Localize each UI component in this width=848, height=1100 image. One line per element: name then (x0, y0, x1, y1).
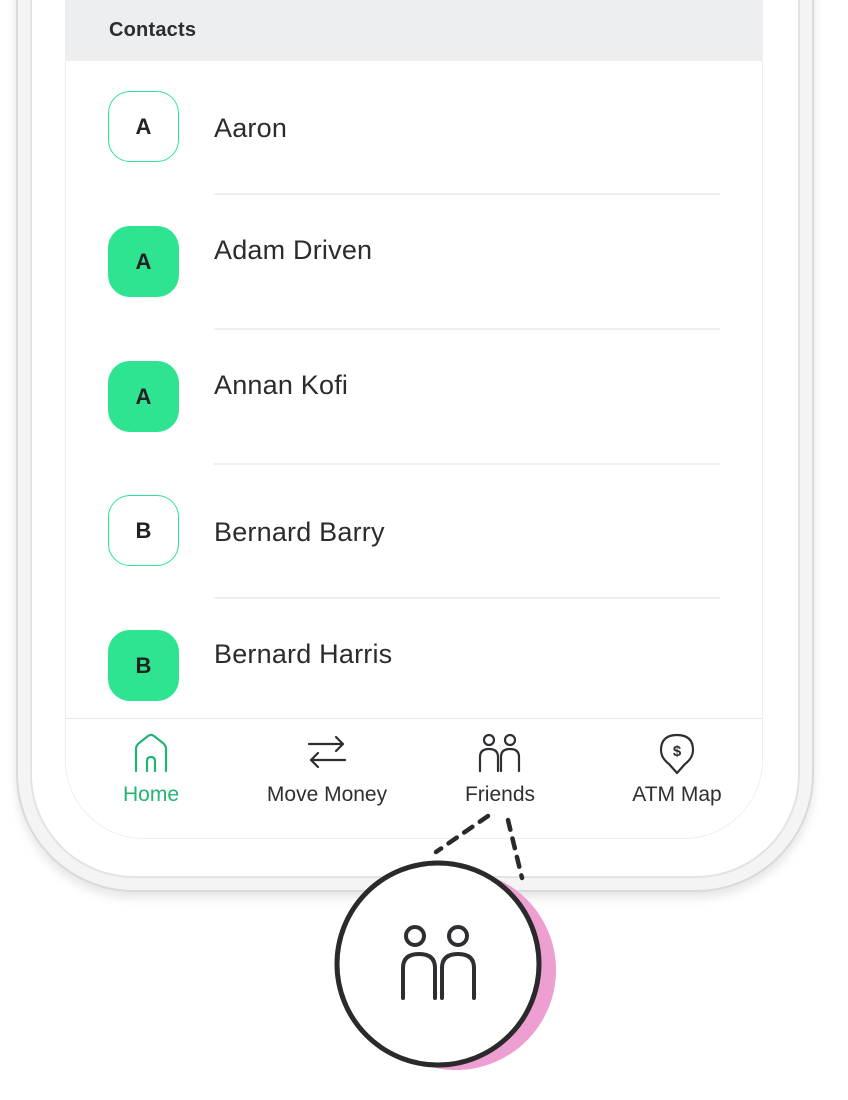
atm-location-icon: $ (659, 733, 695, 775)
contact-row[interactable]: A Adam Driven (66, 195, 762, 329)
callout-circle (334, 860, 542, 1068)
callout-leader-line (433, 813, 491, 855)
contact-avatar: A (108, 226, 179, 297)
contact-avatar: A (108, 361, 179, 432)
svg-text:$: $ (673, 743, 682, 760)
app-screen: Contacts A Aaron A Adam Driven A Annan K… (66, 0, 762, 838)
tab-label: ATM Map (632, 783, 722, 806)
contact-name: Annan Kofi (214, 370, 349, 400)
contact-name: Bernard Barry (214, 517, 385, 547)
contact-row[interactable]: B Bernard Harris (66, 599, 762, 733)
tab-label: Friends (464, 783, 536, 806)
contact-row[interactable]: A Aaron (66, 61, 762, 195)
contact-name: Adam Driven (214, 235, 373, 265)
friends-zoom-callout (334, 813, 556, 1070)
contact-row[interactable]: A Annan Kofi (66, 330, 762, 464)
contact-avatar: B (108, 495, 179, 566)
tab-atm-map[interactable]: $ ATM Map (592, 719, 762, 829)
transfer-arrows-icon (307, 735, 347, 769)
contact-name: Bernard Harris (214, 639, 393, 669)
contact-avatar: B (108, 630, 179, 701)
section-title: Contacts (109, 19, 197, 41)
tab-label: Home (122, 783, 180, 806)
home-icon (134, 733, 168, 773)
friends-icon (478, 733, 521, 773)
tab-label: Move Money (266, 783, 388, 806)
tab-home[interactable]: Home (66, 719, 236, 829)
contact-avatar: A (108, 91, 179, 162)
contacts-section-header: Contacts (66, 0, 762, 61)
contact-row[interactable]: B Bernard Barry (66, 465, 762, 599)
callout-leader-line (505, 817, 525, 881)
contact-name: Aaron (214, 113, 288, 143)
